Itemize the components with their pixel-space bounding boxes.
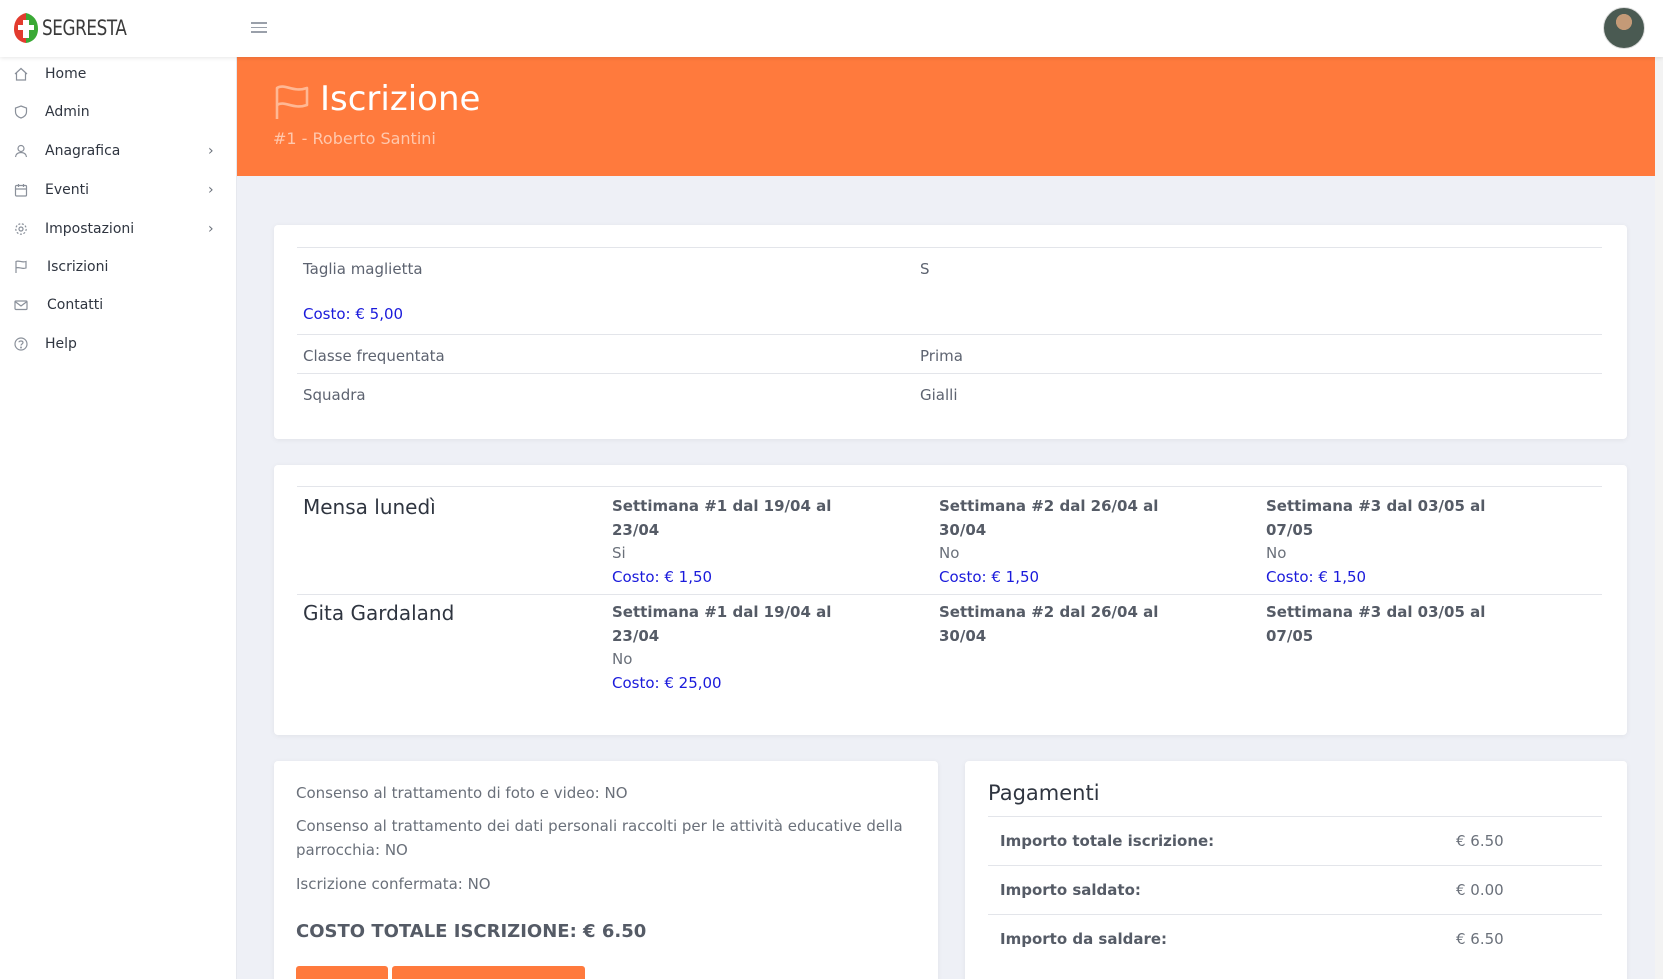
field-row: Taglia maglietta S Costo: € 5,00 xyxy=(297,247,1602,334)
week-title: Settimana #3 dal 03/05 al 07/05 xyxy=(1266,497,1486,539)
service-name: Mensa lunedì xyxy=(303,495,436,519)
sidebar-item-impostazioni[interactable]: Impostazioni › xyxy=(0,212,237,246)
gear-icon xyxy=(13,221,29,237)
total-cost: COSTO TOTALE ISCRIZIONE: € 6.50 xyxy=(296,921,647,942)
field-cost: Costo: € 5,00 xyxy=(303,305,404,323)
sidebar-item-label: Anagrafica xyxy=(45,143,121,159)
payment-value: € 0.00 xyxy=(1456,881,1504,899)
payment-value: € 6.50 xyxy=(1456,930,1504,948)
week-title: Settimana #1 dal 19/04 al 23/04 xyxy=(612,497,832,539)
chevron-right-icon: › xyxy=(208,182,214,198)
consents-card: Consenso al trattamento di foto e video:… xyxy=(274,761,938,979)
week-cost: Costo: € 1,50 xyxy=(939,568,1040,586)
week-cost: Costo: € 1,50 xyxy=(1266,568,1367,586)
field-label: Classe frequentata xyxy=(303,347,445,365)
payment-label: Importo da saldare: xyxy=(1000,930,1168,948)
sidebar-item-anagrafica[interactable]: Anagrafica › xyxy=(0,134,237,168)
week-title: Settimana #1 dal 19/04 al 23/04 xyxy=(612,603,832,645)
page-scrollbar[interactable] xyxy=(1655,57,1663,979)
user-avatar[interactable] xyxy=(1603,7,1645,49)
payment-row: Importo totale iscrizione: € 6.50 xyxy=(988,816,1602,865)
field-label: Taglia maglietta xyxy=(303,260,423,278)
flag-icon xyxy=(13,259,29,275)
field-value: Prima xyxy=(920,347,963,365)
sidebar-item-label: Contatti xyxy=(47,297,104,313)
service-row: Mensa lunedì Settimana #1 dal 19/04 al 2… xyxy=(297,486,1602,594)
sidebar-item-home[interactable]: Home xyxy=(0,57,237,91)
sidebar-item-label: Admin xyxy=(45,104,90,120)
help-icon xyxy=(13,336,29,352)
sidebar-item-contatti[interactable]: Contatti xyxy=(0,288,237,322)
page-header: Iscrizione #1 - Roberto Santini xyxy=(237,57,1663,176)
sidebar-item-admin[interactable]: Admin xyxy=(0,95,237,129)
logo-text: SEGRESTA xyxy=(42,16,127,40)
consent-personal-data: Consenso al trattamento dei dati persona… xyxy=(296,817,903,859)
sidebar-item-help[interactable]: Help xyxy=(0,327,237,361)
shield-icon xyxy=(13,104,29,120)
sidebar-item-label: Home xyxy=(45,66,87,82)
calendar-icon xyxy=(13,182,29,198)
payment-label: Importo totale iscrizione: xyxy=(1000,832,1215,850)
page-subtitle: #1 - Roberto Santini xyxy=(273,129,436,148)
service-name: Gita Gardaland xyxy=(303,601,455,625)
sidebar-item-label: Help xyxy=(45,336,77,352)
edit-button[interactable] xyxy=(296,966,388,979)
field-label: Squadra xyxy=(303,386,366,404)
mail-icon xyxy=(13,297,29,313)
sidebar-item-label: Impostazioni xyxy=(45,221,135,237)
services-card: Mensa lunedì Settimana #1 dal 19/04 al 2… xyxy=(274,465,1627,735)
field-row: Classe frequentata Prima xyxy=(297,334,1602,373)
app-logo[interactable]: SEGRESTA xyxy=(12,10,148,46)
week-title: Settimana #2 dal 26/04 al 30/04 xyxy=(939,497,1159,539)
payment-row: Importo da saldare: € 6.50 xyxy=(988,914,1602,963)
consent-photo: Consenso al trattamento di foto e video:… xyxy=(296,784,628,802)
payments-title: Pagamenti xyxy=(988,781,1100,805)
week-cost: Costo: € 25,00 xyxy=(612,674,722,692)
page-title: Iscrizione xyxy=(320,79,481,119)
payment-row: Importo saldato: € 0.00 xyxy=(988,865,1602,914)
payments-card: Pagamenti Importo totale iscrizione: € 6… xyxy=(965,761,1627,979)
field-value: Gialli xyxy=(920,386,958,404)
sidebar-item-label: Iscrizioni xyxy=(47,259,109,275)
week-title: Settimana #3 dal 03/05 al 07/05 xyxy=(1266,603,1486,645)
field-row: Squadra Gialli xyxy=(297,373,1602,413)
week-value: Si xyxy=(612,544,626,562)
sidebar-item-eventi[interactable]: Eventi › xyxy=(0,173,237,207)
sidebar-item-iscrizioni[interactable]: Iscrizioni xyxy=(0,250,237,284)
week-value: No xyxy=(612,650,633,668)
secondary-action-button[interactable] xyxy=(392,966,585,979)
flag-icon xyxy=(275,85,309,119)
payment-value: € 6.50 xyxy=(1456,832,1504,850)
week-cost: Costo: € 1,50 xyxy=(612,568,713,586)
fields-card: Taglia maglietta S Costo: € 5,00 Classe … xyxy=(274,225,1627,439)
top-bar: SEGRESTA xyxy=(0,0,1663,57)
field-value: S xyxy=(920,260,930,278)
menu-toggle-icon[interactable] xyxy=(251,19,267,35)
week-value: No xyxy=(939,544,960,562)
chevron-right-icon: › xyxy=(208,221,214,237)
week-value: No xyxy=(1266,544,1287,562)
home-icon xyxy=(13,66,29,82)
user-icon xyxy=(13,143,29,159)
chevron-right-icon: › xyxy=(208,143,214,159)
service-row: Gita Gardaland Settimana #1 dal 19/04 al… xyxy=(297,594,1602,704)
sidebar-item-label: Eventi xyxy=(45,182,89,198)
logo-mark-icon xyxy=(14,13,38,43)
registration-confirmed: Iscrizione confermata: NO xyxy=(296,875,491,893)
week-title: Settimana #2 dal 26/04 al 30/04 xyxy=(939,603,1159,645)
payment-label: Importo saldato: xyxy=(1000,881,1141,899)
sidebar: Home Admin Anagrafica › Eventi › Imposta… xyxy=(0,57,237,979)
